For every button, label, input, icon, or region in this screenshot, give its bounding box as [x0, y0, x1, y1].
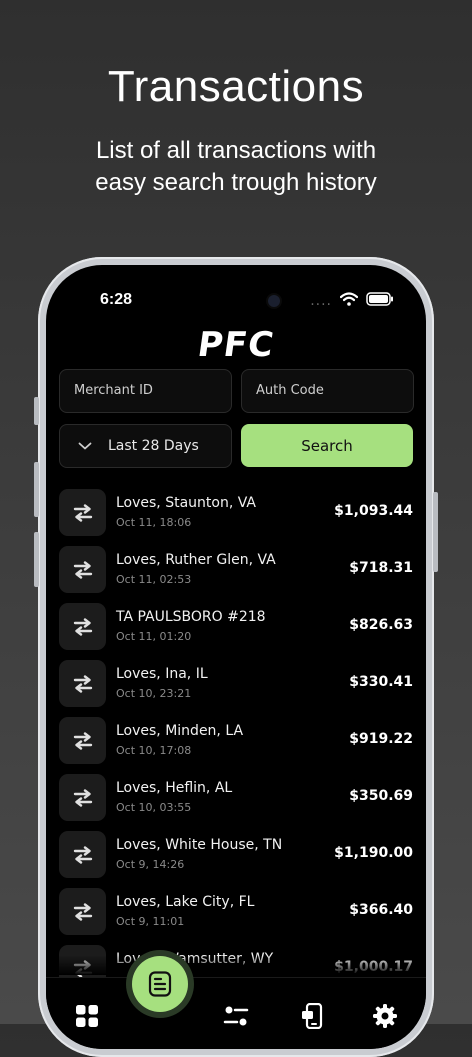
transaction-row[interactable]: Loves, Lake City, FL Oct 9, 11:01 $366.40 — [59, 888, 413, 945]
promo-subtitle-line-1: List of all transactions with — [95, 137, 377, 164]
transaction-merchant: Loves, Minden, LA — [116, 723, 244, 739]
transaction-amount: $919.22 — [349, 731, 413, 747]
search-button[interactable]: Search — [241, 424, 413, 467]
transaction-amount: $350.69 — [349, 788, 413, 804]
transaction-date: Oct 10, 17:08 — [116, 744, 192, 757]
mobile-card-icon[interactable] — [292, 996, 332, 1036]
transaction-list[interactable]: Loves, Staunton, VA Oct 11, 18:06 $1,093.4… — [59, 489, 413, 1002]
transaction-date: Oct 9, 14:26 — [116, 858, 185, 871]
volume-up-button — [34, 462, 39, 517]
filters-icon[interactable] — [216, 996, 256, 1036]
transaction-merchant: Loves, White House, TN — [116, 837, 283, 853]
status-time: 6:28 — [100, 291, 133, 308]
transaction-amount: $1,093.44 — [334, 503, 413, 519]
bottom-tab-bar — [46, 956, 426, 1049]
transaction-date: Oct 11, 02:53 — [116, 573, 192, 586]
transfer-arrows-icon — [59, 774, 106, 821]
transaction-merchant: Loves, Heflin, AL — [116, 780, 233, 796]
volume-down-button — [34, 532, 39, 587]
transaction-amount: $718.31 — [349, 560, 413, 576]
transaction-date: Oct 11, 01:20 — [116, 630, 192, 643]
transaction-row[interactable]: Loves, Staunton, VA Oct 11, 18:06 $1,093.4… — [59, 489, 413, 546]
pfc-logo: PFC — [195, 325, 277, 365]
transaction-merchant: TA PAULSBORO #218 — [116, 609, 266, 625]
transaction-amount: $1,190.00 — [334, 845, 413, 861]
transaction-date: Oct 10, 03:55 — [116, 801, 192, 814]
transaction-row[interactable]: Loves, Minden, LA Oct 10, 17:08 $919.22 — [59, 717, 413, 774]
app-screen: 6:28 .... PFC Merchant ID Auth Code Last… — [46, 265, 426, 1049]
phone-frame: 6:28 .... PFC Merchant ID Auth Code Last… — [34, 257, 438, 1057]
transaction-amount: $826.63 — [349, 617, 413, 633]
transaction-date: Oct 10, 23:21 — [116, 687, 192, 700]
transaction-row[interactable]: Loves, White House, TN Oct 9, 14:26 $1,190… — [59, 831, 413, 888]
transfer-arrows-icon — [59, 489, 106, 536]
transaction-merchant: Loves, Lake City, FL — [116, 894, 255, 910]
settings-icon[interactable] — [365, 996, 405, 1036]
period-value: Last 28 Days — [108, 438, 199, 454]
transaction-row[interactable]: Loves, Ruther Glen, VA Oct 11, 02:53 $718.… — [59, 546, 413, 603]
action-button — [34, 397, 39, 425]
transaction-row[interactable]: TA PAULSBORO #218 Oct 11, 01:20 $826.63 — [59, 603, 413, 660]
status-icons: .... — [310, 291, 394, 310]
power-button — [433, 492, 438, 572]
period-dropdown[interactable]: Last 28 Days — [59, 424, 232, 468]
chevron-down-icon — [78, 442, 92, 450]
transactions-icon[interactable] — [132, 956, 188, 1012]
transaction-row[interactable]: Loves, Ina, IL Oct 10, 23:21 $330.41 — [59, 660, 413, 717]
transfer-arrows-icon — [59, 603, 106, 650]
transaction-amount: $366.40 — [349, 902, 413, 918]
promo-title: Transactions — [107, 62, 365, 111]
promo-subtitle: List of all transactions with easy searc… — [40, 135, 432, 199]
battery-icon — [366, 291, 394, 310]
transaction-date: Oct 9, 11:01 — [116, 915, 185, 928]
transaction-amount: $330.41 — [349, 674, 413, 690]
transfer-arrows-icon — [59, 888, 106, 935]
merchant-id-input[interactable]: Merchant ID — [59, 369, 232, 413]
dashboard-icon[interactable] — [67, 996, 107, 1036]
signal-dots: .... — [310, 292, 332, 309]
transaction-merchant: Loves, Ruther Glen, VA — [116, 552, 276, 568]
transaction-date: Oct 11, 18:06 — [116, 516, 192, 529]
transfer-arrows-icon — [59, 717, 106, 764]
auth-code-input[interactable]: Auth Code — [241, 369, 414, 413]
list-fade — [46, 955, 426, 975]
transaction-merchant: Loves, Ina, IL — [116, 666, 208, 682]
wifi-icon — [339, 291, 359, 310]
promo-subtitle-line-2: easy search trough history — [95, 169, 377, 196]
transaction-merchant: Loves, Staunton, VA — [116, 495, 256, 511]
transaction-row[interactable]: Loves, Heflin, AL Oct 10, 03:55 $350.69 — [59, 774, 413, 831]
transfer-arrows-icon — [59, 831, 106, 878]
front-camera — [268, 295, 280, 307]
transfer-arrows-icon — [59, 546, 106, 593]
transfer-arrows-icon — [59, 660, 106, 707]
